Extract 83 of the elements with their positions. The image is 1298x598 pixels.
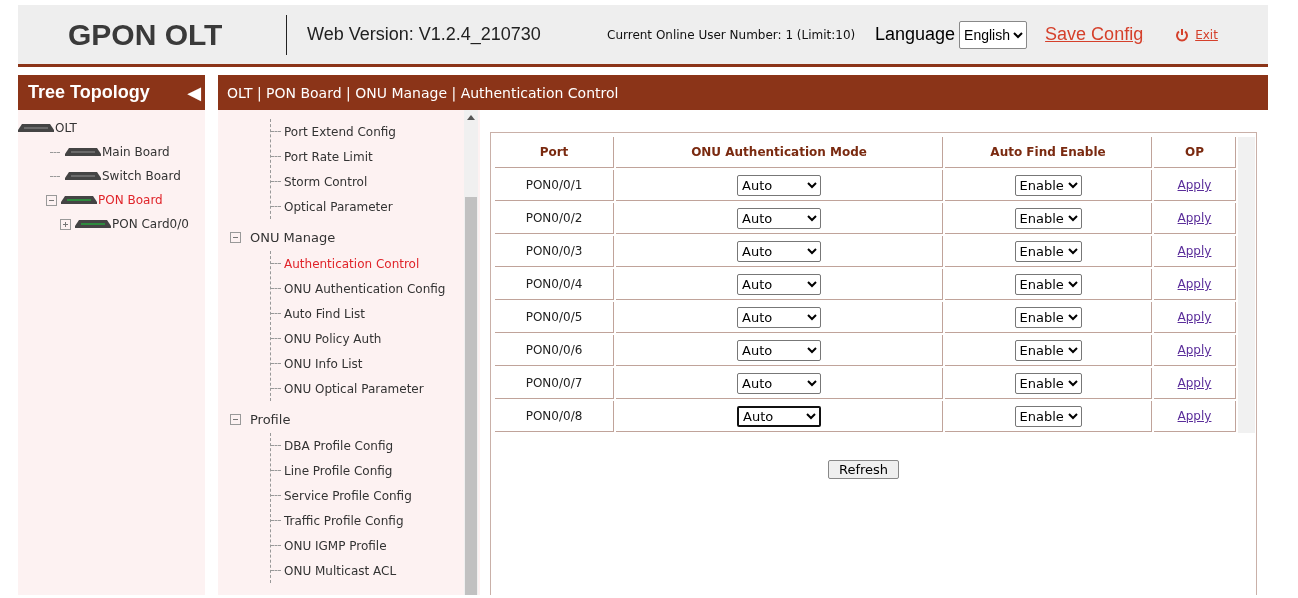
panel-title: Tree Topology bbox=[28, 82, 150, 103]
language-select[interactable]: English bbox=[959, 20, 1028, 49]
mode-select[interactable]: Auto bbox=[737, 240, 821, 262]
web-version: Web Version: V1.2.4_210730 bbox=[307, 24, 542, 45]
apply-link[interactable]: Apply bbox=[1177, 376, 1212, 390]
exit-link[interactable]: Exit bbox=[1195, 27, 1218, 42]
device-icon bbox=[65, 148, 101, 156]
apply-link[interactable]: Apply bbox=[1177, 343, 1212, 357]
mode-select[interactable]: Auto bbox=[737, 273, 821, 295]
apply-link[interactable]: Apply bbox=[1177, 211, 1212, 225]
online-users: Current Online User Number: 1 (Limit:10) bbox=[607, 27, 857, 42]
table-cell: PON0/0/3 bbox=[495, 236, 614, 267]
mode-select[interactable]: Auto bbox=[737, 372, 821, 394]
apply-link[interactable]: Apply bbox=[1177, 244, 1212, 258]
power-icon[interactable] bbox=[1175, 27, 1190, 42]
table-cell: PON0/0/5 bbox=[495, 302, 614, 333]
menu-item[interactable]: Port Extend Config bbox=[284, 124, 396, 139]
table-cell: PON0/0/6 bbox=[495, 335, 614, 366]
column-header: Auto Find Enable bbox=[945, 137, 1152, 168]
scrollbar[interactable] bbox=[464, 110, 478, 595]
menu-group[interactable]: ONU Manage bbox=[250, 229, 336, 245]
refresh-button[interactable]: Refresh bbox=[827, 460, 900, 479]
apply-link[interactable]: Apply bbox=[1177, 277, 1212, 291]
tree-item[interactable]: Main Board bbox=[102, 145, 170, 159]
tree-item[interactable]: PON Board bbox=[98, 193, 163, 207]
apply-link[interactable]: Apply bbox=[1177, 409, 1212, 423]
scrollbar[interactable] bbox=[1238, 137, 1255, 433]
mode-select[interactable]: Auto bbox=[737, 306, 821, 328]
auto-find-select[interactable]: Enable bbox=[1014, 240, 1082, 262]
menu-item[interactable]: Authentication Control bbox=[284, 256, 420, 271]
tree-item[interactable]: Switch Board bbox=[102, 169, 181, 183]
collapse-icon[interactable] bbox=[230, 231, 241, 243]
menu-item[interactable]: ONU IGMP Profile bbox=[284, 538, 387, 553]
device-icon bbox=[75, 220, 111, 228]
save-config-link[interactable]: Save Config bbox=[1045, 24, 1144, 45]
auto-find-select[interactable]: Enable bbox=[1014, 207, 1082, 229]
tree-item[interactable]: PON Card0/0 bbox=[112, 217, 189, 231]
menu-item[interactable]: DBA Profile Config bbox=[284, 438, 394, 453]
apply-link[interactable]: Apply bbox=[1177, 310, 1212, 324]
menu-item[interactable]: ONU Policy Auth bbox=[284, 331, 382, 346]
menu-item[interactable]: Service Profile Config bbox=[284, 488, 412, 503]
menu-item[interactable]: ONU Authentication Config bbox=[284, 281, 446, 296]
language-label: Language bbox=[875, 24, 956, 45]
mode-select[interactable]: Auto bbox=[737, 174, 821, 196]
table-cell: PON0/0/8 bbox=[495, 401, 614, 432]
breadcrumb: OLT | PON Board | ONU Manage | Authentication Control bbox=[227, 84, 619, 101]
column-header: ONU Authentication Mode bbox=[616, 137, 943, 168]
menu-item[interactable]: ONU Optical Parameter bbox=[284, 381, 424, 396]
mode-select[interactable]: Auto bbox=[737, 339, 821, 361]
menu-item[interactable]: Storm Control bbox=[284, 174, 368, 189]
menu-item[interactable]: Line Profile Config bbox=[284, 463, 393, 478]
collapse-button[interactable]: ◀ bbox=[187, 83, 201, 102]
menu-item[interactable]: ONU Multicast ACL bbox=[284, 563, 397, 578]
device-icon bbox=[18, 124, 54, 132]
apply-link[interactable]: Apply bbox=[1177, 178, 1212, 192]
auto-find-select[interactable]: Enable bbox=[1014, 273, 1082, 295]
auto-find-select[interactable]: Enable bbox=[1014, 306, 1082, 328]
collapse-icon[interactable] bbox=[46, 194, 57, 206]
menu-group[interactable]: Profile bbox=[250, 411, 291, 427]
menu-item[interactable]: Optical Parameter bbox=[284, 199, 393, 214]
product-title: GPON OLT bbox=[68, 17, 224, 52]
collapse-icon[interactable] bbox=[230, 413, 241, 425]
mode-select[interactable]: Auto bbox=[737, 207, 821, 229]
menu-item[interactable]: Port Rate Limit bbox=[284, 149, 373, 164]
table-cell: PON0/0/4 bbox=[495, 269, 614, 300]
column-header: OP bbox=[1154, 137, 1236, 168]
device-icon bbox=[61, 196, 97, 204]
column-header: Port bbox=[495, 137, 614, 168]
menu-item[interactable]: Auto Find List bbox=[284, 306, 366, 321]
table-cell: PON0/0/2 bbox=[495, 203, 614, 234]
table-cell: PON0/0/7 bbox=[495, 368, 614, 399]
auto-find-select[interactable]: Enable bbox=[1014, 372, 1082, 394]
menu-item[interactable]: Traffic Profile Config bbox=[284, 513, 404, 528]
menu-item[interactable]: ONU Info List bbox=[284, 356, 363, 371]
auto-find-select[interactable]: Enable bbox=[1014, 405, 1082, 427]
auto-find-select[interactable]: Enable bbox=[1014, 174, 1082, 196]
expand-icon[interactable] bbox=[60, 218, 71, 230]
tree-item[interactable]: OLT bbox=[55, 121, 77, 135]
mode-select[interactable]: Auto bbox=[737, 405, 821, 427]
device-icon bbox=[65, 172, 101, 180]
scroll-up-icon[interactable] bbox=[467, 115, 475, 120]
auto-find-select[interactable]: Enable bbox=[1014, 339, 1082, 361]
table-cell: PON0/0/1 bbox=[495, 170, 614, 201]
